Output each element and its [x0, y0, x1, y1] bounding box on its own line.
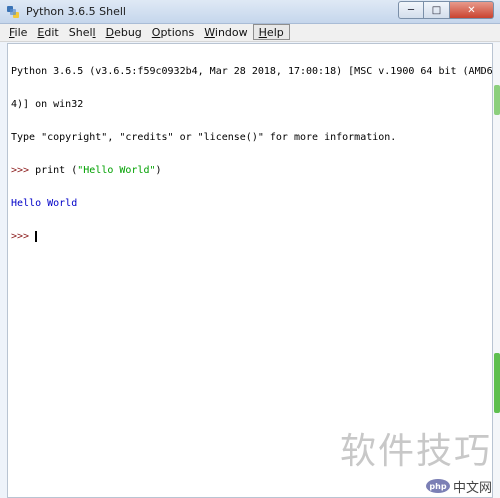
command-line: >>> print ("Hello World") [11, 165, 487, 176]
idle-shell-window: Python 3.6.5 Shell ─ □ ✕ File Edit Shell… [0, 0, 500, 498]
minimize-icon: ─ [407, 4, 415, 16]
window-controls: ─ □ ✕ [398, 1, 494, 19]
prompt: >>> [11, 231, 36, 242]
python-icon [7, 6, 19, 18]
menu-edit[interactable]: Edit [32, 24, 63, 40]
menu-file[interactable]: File [4, 24, 32, 40]
php-site-text: 中文网 [452, 480, 492, 496]
banner-line: Type "copyright", "credits" or "license(… [11, 132, 397, 143]
minimize-button[interactable]: ─ [398, 1, 424, 19]
maximize-icon: □ [431, 4, 442, 16]
menu-options[interactable]: Options [147, 24, 199, 40]
command-string: "Hello World" [77, 165, 156, 176]
menu-bar: File Edit Shell Debug Options Window Hel… [0, 24, 500, 42]
scrollbar-thumb[interactable] [494, 353, 500, 413]
close-button[interactable]: ✕ [450, 1, 494, 19]
watermark-text: 软件技巧 [339, 431, 492, 472]
banner-line: Python 3.6.5 (v3.6.5:f59c0932b4, Mar 28 … [11, 66, 493, 77]
php-watermark: php 中文网 [425, 478, 492, 496]
vertical-scrollbar[interactable] [493, 43, 500, 498]
text-cursor [35, 231, 38, 242]
menu-shell[interactable]: Shell [64, 24, 101, 40]
close-icon: ✕ [467, 4, 476, 16]
banner-line: 4)] on win32 [11, 99, 84, 110]
menu-window[interactable]: Window [199, 24, 252, 40]
command-suffix: ) [155, 165, 162, 176]
input-line[interactable]: >>> [11, 231, 487, 242]
command-prefix: print ( [35, 165, 78, 176]
prompt: >>> [11, 165, 36, 176]
title-bar[interactable]: Python 3.6.5 Shell ─ □ ✕ [0, 0, 500, 24]
php-logo-icon: php [425, 479, 450, 493]
output-line: Hello World [11, 198, 78, 209]
shell-content: Python 3.6.5 (v3.6.5:f59c0932b4, Mar 28 … [11, 44, 493, 264]
menu-debug[interactable]: Debug [101, 24, 147, 40]
menu-help[interactable]: Help [252, 24, 290, 40]
window-title: Python 3.6.5 Shell [26, 5, 126, 18]
scrollbar-thumb[interactable] [494, 85, 500, 115]
maximize-button[interactable]: □ [424, 1, 450, 19]
